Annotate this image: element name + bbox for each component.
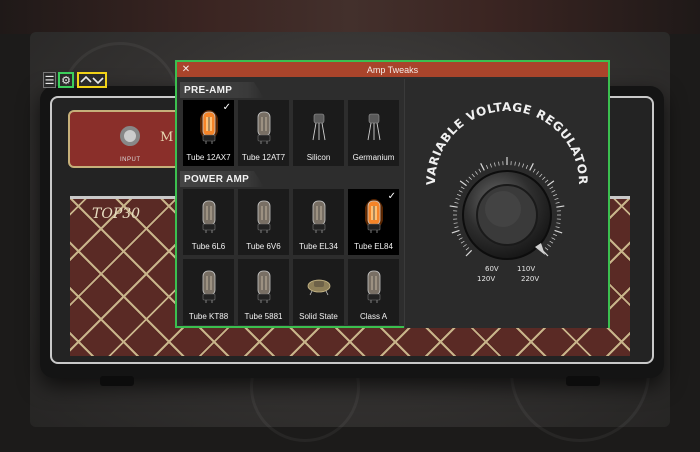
option-germanium[interactable]: Germanium — [348, 100, 399, 166]
option-label: Class A — [359, 312, 388, 321]
transistor-icon — [348, 100, 399, 153]
tube-icon — [348, 259, 399, 312]
option-class-a[interactable]: Class A — [348, 259, 399, 325]
voltage-knob[interactable] — [462, 170, 552, 260]
option-label: Germanium — [352, 153, 395, 162]
poweramp-heading: POWER AMP — [180, 171, 264, 187]
option-label: Tube EL34 — [299, 242, 338, 251]
tube-icon — [293, 189, 344, 242]
amp-foot — [566, 376, 600, 386]
input-jack[interactable] — [120, 126, 140, 146]
transistor-icon — [293, 100, 344, 153]
amp-foot — [100, 376, 134, 386]
dialog-title: Amp Tweaks — [366, 64, 419, 75]
option-label: Tube 12AT7 — [241, 153, 286, 162]
voltage-regulator-graphic: VARIABLE VOLTAGE REGULATOR 60V 120V 110V… — [424, 100, 590, 283]
voltage-label-60v: 60V — [485, 265, 499, 273]
option-label: Tube EL84 — [354, 242, 393, 251]
checkmark-icon: ✓ — [387, 191, 396, 202]
menu-icon: ☰ — [44, 74, 55, 87]
close-button[interactable]: ✕ — [180, 62, 192, 77]
panel-logo: M — [160, 130, 174, 145]
gear-icon: ⚙ — [61, 74, 71, 87]
option-label: Tube 12AX7 — [186, 153, 231, 162]
preamp-heading-label: PRE-AMP — [184, 84, 233, 96]
solid-state-icon — [293, 259, 344, 312]
option-tube-el34[interactable]: Tube EL34 — [293, 189, 344, 255]
backdrop-glow — [0, 0, 700, 34]
amp-tweaks-dialog: Amp Tweaks ✕ PRE-AMP Tube 12AX7 ✓ Tube 12… — [175, 60, 610, 328]
poweramp-heading-label: POWER AMP — [184, 173, 250, 185]
tube-icon — [183, 189, 234, 242]
voltage-regulator-pane: VARIABLE VOLTAGE REGULATOR 60V 120V 110V… — [404, 79, 608, 328]
checkmark-icon: ✓ — [222, 102, 231, 113]
tube-icon — [238, 259, 289, 312]
tube-selection-pane: PRE-AMP Tube 12AX7 ✓ Tube 12AT7 Silicon G… — [180, 79, 402, 325]
option-tube-kt88[interactable]: Tube KT88 — [183, 259, 234, 325]
voltage-label-220v: 220V — [521, 275, 539, 283]
menu-button[interactable]: ☰ — [43, 72, 56, 88]
close-icon: ✕ — [181, 64, 191, 75]
preamp-heading: PRE-AMP — [180, 82, 264, 98]
option-tube-el84[interactable]: Tube EL84 ✓ — [348, 189, 399, 255]
up-down-chevron-icon — [80, 75, 104, 85]
voltage-label-120v: 120V — [477, 275, 495, 283]
option-label: Tube 6V6 — [246, 242, 281, 251]
dialog-titlebar: Amp Tweaks — [177, 62, 608, 77]
option-silicon[interactable]: Silicon — [293, 100, 344, 166]
tube-icon — [183, 259, 234, 312]
tube-icon — [238, 100, 289, 153]
option-tube-5881[interactable]: Tube 5881 — [238, 259, 289, 325]
voltage-label-110v: 110V — [517, 265, 535, 273]
tube-icon — [238, 189, 289, 242]
option-tube-6v6[interactable]: Tube 6V6 — [238, 189, 289, 255]
option-tube-12at7[interactable]: Tube 12AT7 — [238, 100, 289, 166]
option-label: Tube 5881 — [244, 312, 283, 321]
settings-button[interactable]: ⚙ — [58, 72, 74, 88]
brand-logo: TOP30 — [92, 206, 141, 222]
input-label: INPUT — [120, 157, 141, 163]
option-label: Tube KT88 — [188, 312, 229, 321]
preset-nav-button[interactable] — [77, 72, 107, 88]
option-label: Tube 6L6 — [191, 242, 226, 251]
option-solid-state[interactable]: Solid State — [293, 259, 344, 325]
option-tube-12ax7[interactable]: Tube 12AX7 ✓ — [183, 100, 234, 166]
option-tube-6l6[interactable]: Tube 6L6 — [183, 189, 234, 255]
option-label: Silicon — [306, 153, 331, 162]
option-label: Solid State — [299, 312, 338, 321]
